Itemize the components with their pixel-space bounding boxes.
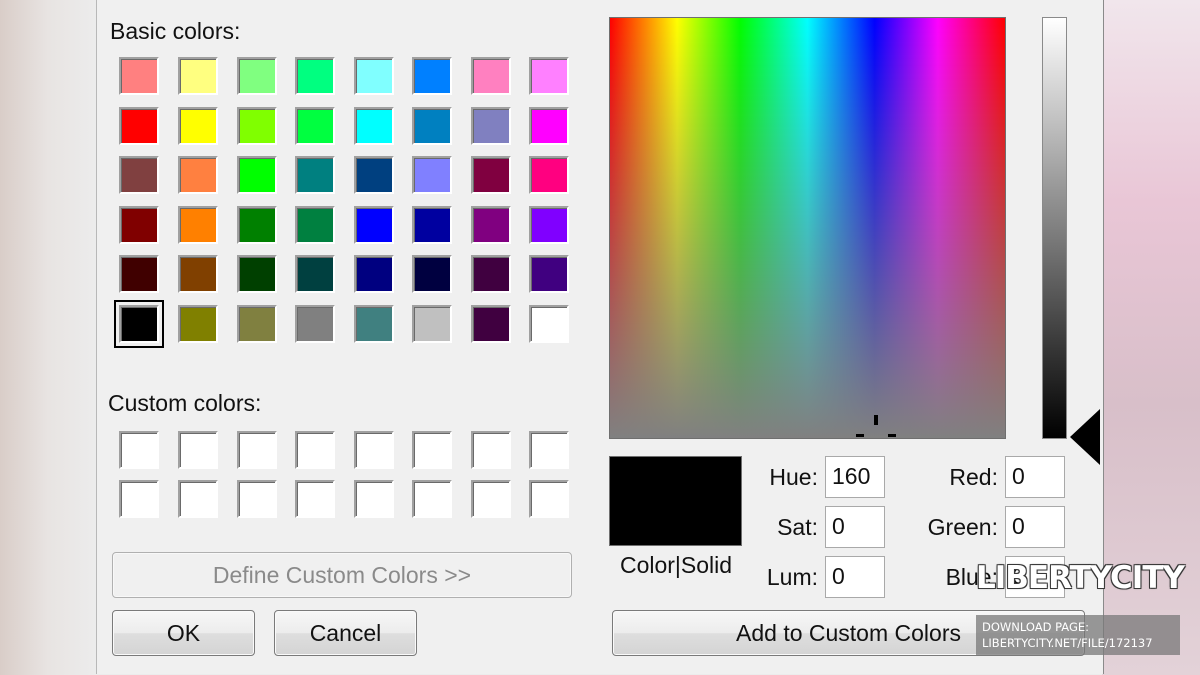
- green-label: Green:: [927, 514, 998, 540]
- luminosity-arrow-icon[interactable]: [1070, 409, 1100, 465]
- basic-color-swatch[interactable]: [178, 255, 218, 293]
- green-field[interactable]: 0: [1005, 506, 1065, 548]
- custom-color-swatch[interactable]: [119, 480, 159, 518]
- basic-color-swatch[interactable]: [412, 57, 452, 95]
- color-spectrum[interactable]: [609, 17, 1006, 439]
- basic-color-swatch[interactable]: [119, 57, 159, 95]
- basic-color-swatch[interactable]: [529, 156, 569, 194]
- basic-colors-label: Basic colors:: [110, 18, 241, 44]
- sat-label: Sat:: [777, 514, 818, 540]
- custom-color-swatch[interactable]: [178, 431, 218, 469]
- basic-color-swatch[interactable]: [412, 206, 452, 244]
- red-field[interactable]: 0: [1005, 456, 1065, 498]
- custom-colors-label: Custom colors:: [108, 390, 262, 416]
- custom-color-swatch[interactable]: [471, 480, 511, 518]
- basic-color-swatch[interactable]: [354, 305, 394, 343]
- basic-color-swatch[interactable]: [354, 255, 394, 293]
- libertycity-logo: LIBERTYCITY: [976, 560, 1185, 596]
- basic-color-swatch[interactable]: [412, 255, 452, 293]
- basic-color-swatch[interactable]: [529, 206, 569, 244]
- sat-field[interactable]: 0: [825, 506, 885, 548]
- custom-color-swatch[interactable]: [178, 480, 218, 518]
- download-line-2: LIBERTYCITY.NET/FILE/172137: [982, 636, 1153, 650]
- custom-color-swatch[interactable]: [412, 480, 452, 518]
- red-label: Red:: [949, 464, 998, 490]
- basic-color-swatch[interactable]: [119, 255, 159, 293]
- basic-color-swatch[interactable]: [529, 57, 569, 95]
- basic-color-swatch[interactable]: [354, 156, 394, 194]
- basic-color-swatch[interactable]: [178, 305, 218, 343]
- color-solid-label: Color|Solid: [619, 552, 733, 578]
- custom-color-swatch[interactable]: [529, 480, 569, 518]
- basic-color-swatch[interactable]: [295, 57, 335, 95]
- download-line-1: DOWNLOAD PAGE:: [982, 620, 1090, 634]
- lum-field[interactable]: 0: [825, 556, 885, 598]
- basic-color-swatch[interactable]: [471, 107, 511, 145]
- custom-color-swatch[interactable]: [412, 431, 452, 469]
- basic-color-swatch[interactable]: [237, 57, 277, 95]
- custom-color-swatch[interactable]: [471, 431, 511, 469]
- crosshair-right-icon: [888, 434, 896, 437]
- basic-color-swatch[interactable]: [412, 156, 452, 194]
- color-preview: [609, 456, 742, 546]
- download-info: DOWNLOAD PAGE: LIBERTYCITY.NET/FILE/1721…: [976, 615, 1180, 655]
- basic-color-swatch[interactable]: [471, 255, 511, 293]
- basic-color-swatch[interactable]: [237, 156, 277, 194]
- crosshair-left-icon: [856, 434, 864, 437]
- basic-color-swatch[interactable]: [471, 305, 511, 343]
- hue-label: Hue:: [769, 464, 818, 490]
- lum-label: Lum:: [766, 564, 818, 590]
- custom-color-swatch[interactable]: [295, 431, 335, 469]
- basic-color-swatch[interactable]: [178, 206, 218, 244]
- basic-color-swatch[interactable]: [119, 107, 159, 145]
- custom-color-swatch[interactable]: [354, 480, 394, 518]
- basic-color-swatch[interactable]: [178, 57, 218, 95]
- custom-color-swatch[interactable]: [237, 480, 277, 518]
- basic-color-swatch[interactable]: [529, 255, 569, 293]
- basic-color-swatch[interactable]: [237, 107, 277, 145]
- custom-color-swatch[interactable]: [237, 431, 277, 469]
- basic-color-swatch[interactable]: [295, 156, 335, 194]
- basic-color-swatch[interactable]: [529, 107, 569, 145]
- basic-color-swatch[interactable]: [295, 107, 335, 145]
- basic-color-swatch[interactable]: [237, 255, 277, 293]
- basic-color-swatch[interactable]: [295, 305, 335, 343]
- basic-color-swatch[interactable]: [119, 206, 159, 244]
- custom-color-swatch[interactable]: [354, 431, 394, 469]
- basic-color-swatch[interactable]: [412, 107, 452, 145]
- basic-color-swatch[interactable]: [412, 305, 452, 343]
- custom-color-swatch[interactable]: [119, 431, 159, 469]
- basic-color-swatch[interactable]: [114, 300, 164, 348]
- basic-color-swatch[interactable]: [471, 206, 511, 244]
- basic-color-swatch[interactable]: [237, 206, 277, 244]
- define-custom-colors-button[interactable]: Define Custom Colors >>: [112, 552, 572, 598]
- basic-color-swatch[interactable]: [354, 206, 394, 244]
- cancel-button[interactable]: Cancel: [274, 610, 417, 656]
- custom-color-swatch[interactable]: [295, 480, 335, 518]
- basic-color-swatch[interactable]: [295, 206, 335, 244]
- basic-color-swatch[interactable]: [471, 156, 511, 194]
- basic-color-swatch[interactable]: [354, 107, 394, 145]
- hue-field[interactable]: 160: [825, 456, 885, 498]
- basic-color-swatch[interactable]: [354, 57, 394, 95]
- basic-color-swatch[interactable]: [529, 305, 569, 343]
- ok-button[interactable]: OK: [112, 610, 255, 656]
- basic-color-swatch[interactable]: [178, 107, 218, 145]
- basic-color-swatch[interactable]: [178, 156, 218, 194]
- basic-color-swatch[interactable]: [237, 305, 277, 343]
- basic-color-swatch[interactable]: [471, 57, 511, 95]
- basic-color-swatch[interactable]: [119, 156, 159, 194]
- custom-color-swatch[interactable]: [529, 431, 569, 469]
- basic-color-swatch[interactable]: [295, 255, 335, 293]
- luminosity-slider[interactable]: [1042, 17, 1067, 439]
- crosshair-icon: [874, 415, 878, 425]
